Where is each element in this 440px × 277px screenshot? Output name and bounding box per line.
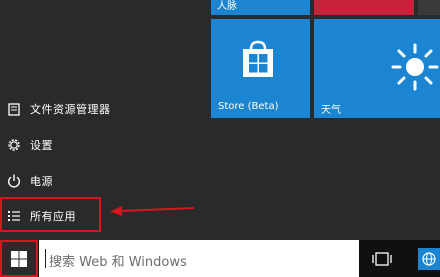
folder-icon <box>6 101 22 117</box>
power-item[interactable]: 电源 <box>0 168 205 194</box>
windows-logo-icon <box>11 250 27 267</box>
search-input[interactable]: 搜索 Web 和 Windows <box>39 240 359 277</box>
store-tile-label: Store (Beta) <box>218 101 279 112</box>
power-label: 电源 <box>30 175 53 188</box>
weather-tile[interactable]: 天气 <box>314 19 440 118</box>
file-explorer-label: 文件资源管理器 <box>30 103 111 116</box>
search-placeholder: 搜索 Web 和 Windows <box>49 255 187 270</box>
taskbar: 搜索 Web 和 Windows <box>0 240 440 277</box>
red-tile[interactable] <box>314 0 414 15</box>
start-menu: 人脉 Store (Beta) 天气 文件资源管理器 设置 电源 所有应用 <box>0 0 440 240</box>
dark-tile[interactable] <box>418 0 440 15</box>
people-tile-label: 人脉 <box>217 1 237 12</box>
weather-tile-label: 天气 <box>321 105 341 116</box>
red-arrow <box>110 206 194 216</box>
gear-icon <box>6 137 22 153</box>
people-tile[interactable]: 人脉 <box>211 0 310 15</box>
internet-explorer-icon[interactable] <box>418 248 440 270</box>
sun-icon <box>391 43 439 91</box>
start-button[interactable] <box>0 240 38 277</box>
text-caret <box>45 249 46 268</box>
settings-label: 设置 <box>30 139 53 152</box>
power-icon <box>6 173 22 189</box>
settings-item[interactable]: 设置 <box>0 132 205 158</box>
store-bag-icon <box>243 40 273 77</box>
file-explorer-item[interactable]: 文件资源管理器 <box>0 96 205 122</box>
all-apps-highlight <box>0 197 101 232</box>
task-view-icon[interactable] <box>372 251 392 267</box>
store-tile[interactable]: Store (Beta) <box>211 19 310 118</box>
